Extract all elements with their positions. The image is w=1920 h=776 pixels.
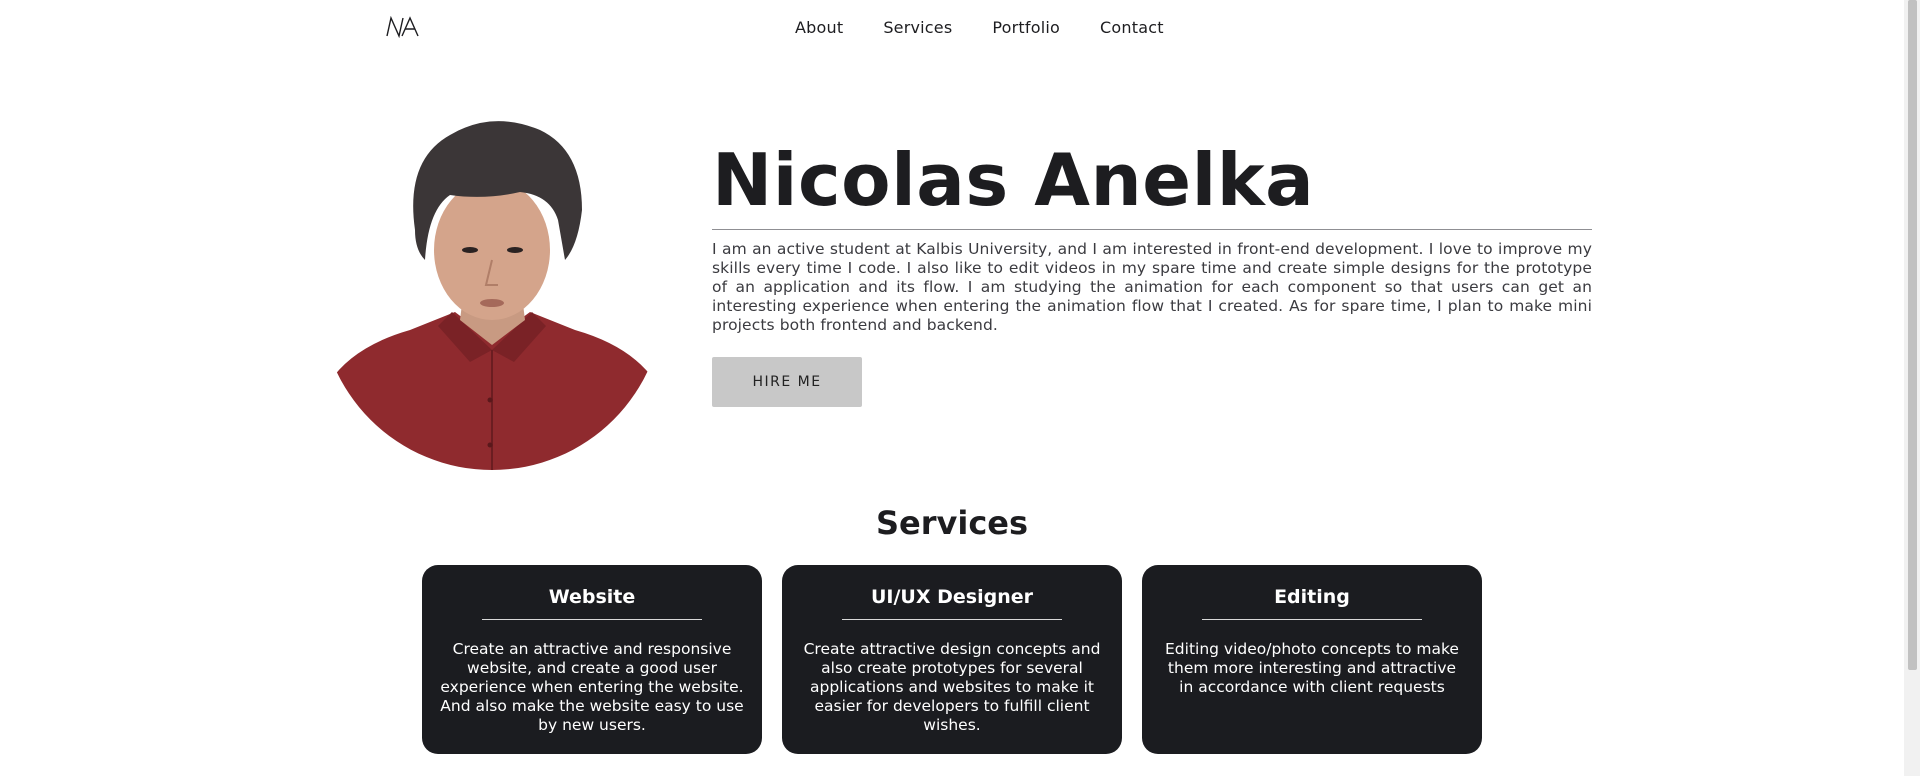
services-heading: Services [875, 504, 1029, 542]
service-card-description: Editing video/photo concepts to make the… [1165, 640, 1459, 696]
hire-me-button[interactable]: HIRE ME [712, 357, 862, 407]
nav-about[interactable]: About [795, 18, 843, 37]
hero-name: Nicolas Anelka [712, 138, 1315, 222]
page-scrollbar[interactable] [1904, 0, 1920, 776]
service-card-uiux: UI/UX Designer Create attractive design … [782, 565, 1122, 754]
services-cards: Website Create an attractive and respons… [422, 565, 1482, 754]
service-card-title: Editing [1274, 586, 1350, 608]
service-card-title: UI/UX Designer [871, 586, 1033, 608]
service-card-description: Create attractive design concepts and al… [803, 640, 1101, 734]
service-card-title: Website [548, 586, 636, 608]
nav-portfolio[interactable]: Portfolio [992, 18, 1060, 37]
hero-section: Nicolas Anelka I am an active student at… [712, 135, 1592, 407]
scrollbar-thumb[interactable] [1908, 0, 1917, 670]
hero-description: I am an active student at Kalbis Univers… [712, 240, 1592, 334]
card-divider [1202, 619, 1422, 620]
na-logo-icon[interactable] [385, 16, 419, 38]
nav-services[interactable]: Services [883, 18, 952, 37]
nav-contact[interactable]: Contact [1100, 18, 1164, 37]
profile-photo [320, 121, 664, 470]
main-nav: About Services Portfolio Contact [795, 18, 1164, 37]
portfolio-page: About Services Portfolio Contact Nicolas… [0, 0, 1920, 776]
service-card-website: Website Create an attractive and respons… [422, 565, 762, 754]
service-card-description: Create an attractive and responsive webs… [440, 640, 744, 734]
card-divider [482, 619, 702, 620]
hero-divider [712, 229, 1592, 230]
service-card-editing: Editing Editing video/photo concepts to … [1142, 565, 1482, 754]
card-divider [842, 619, 1062, 620]
